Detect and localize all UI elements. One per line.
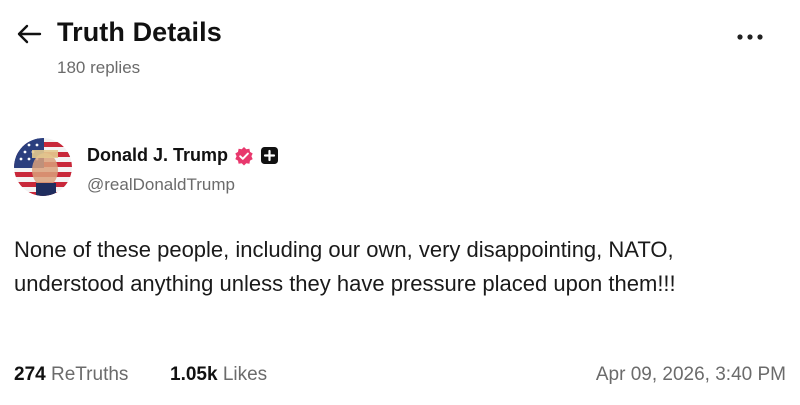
back-button[interactable]	[12, 17, 46, 51]
post-stats: 274 ReTruths 1.05k Likes Apr 09, 2026, 3…	[14, 364, 786, 392]
author-handle[interactable]: @realDonaldTrump	[87, 175, 235, 195]
likes-stat[interactable]: 1.05k Likes	[170, 364, 267, 386]
post-body: None of these people, including our own,…	[14, 237, 676, 296]
replies-count: 180 replies	[57, 58, 141, 77]
post-author: Donald J. Trump @realDonaldTrump	[14, 138, 414, 200]
retruths-stat[interactable]: 274 ReTruths	[14, 364, 128, 386]
avatar-image	[14, 138, 72, 196]
page-header: Truth Details 180 replies	[0, 0, 800, 100]
likes-label: Likes	[222, 364, 268, 385]
retruths-label: ReTruths	[50, 364, 129, 385]
more-horizontal-icon	[737, 34, 763, 40]
more-options-button[interactable]	[728, 22, 772, 52]
plus-square-icon[interactable]	[260, 146, 279, 165]
avatar[interactable]	[14, 138, 72, 196]
retruths-count: 274	[14, 364, 46, 385]
page-title: Truth Details	[57, 17, 222, 47]
author-name[interactable]: Donald J. Trump	[87, 145, 228, 166]
verified-badge-icon	[235, 146, 253, 165]
likes-count: 1.05k	[170, 364, 218, 385]
author-name-row: Donald J. Trump	[87, 145, 279, 166]
arrow-left-icon	[17, 24, 42, 44]
post-timestamp: Apr 09, 2026, 3:40 PM	[595, 364, 786, 385]
